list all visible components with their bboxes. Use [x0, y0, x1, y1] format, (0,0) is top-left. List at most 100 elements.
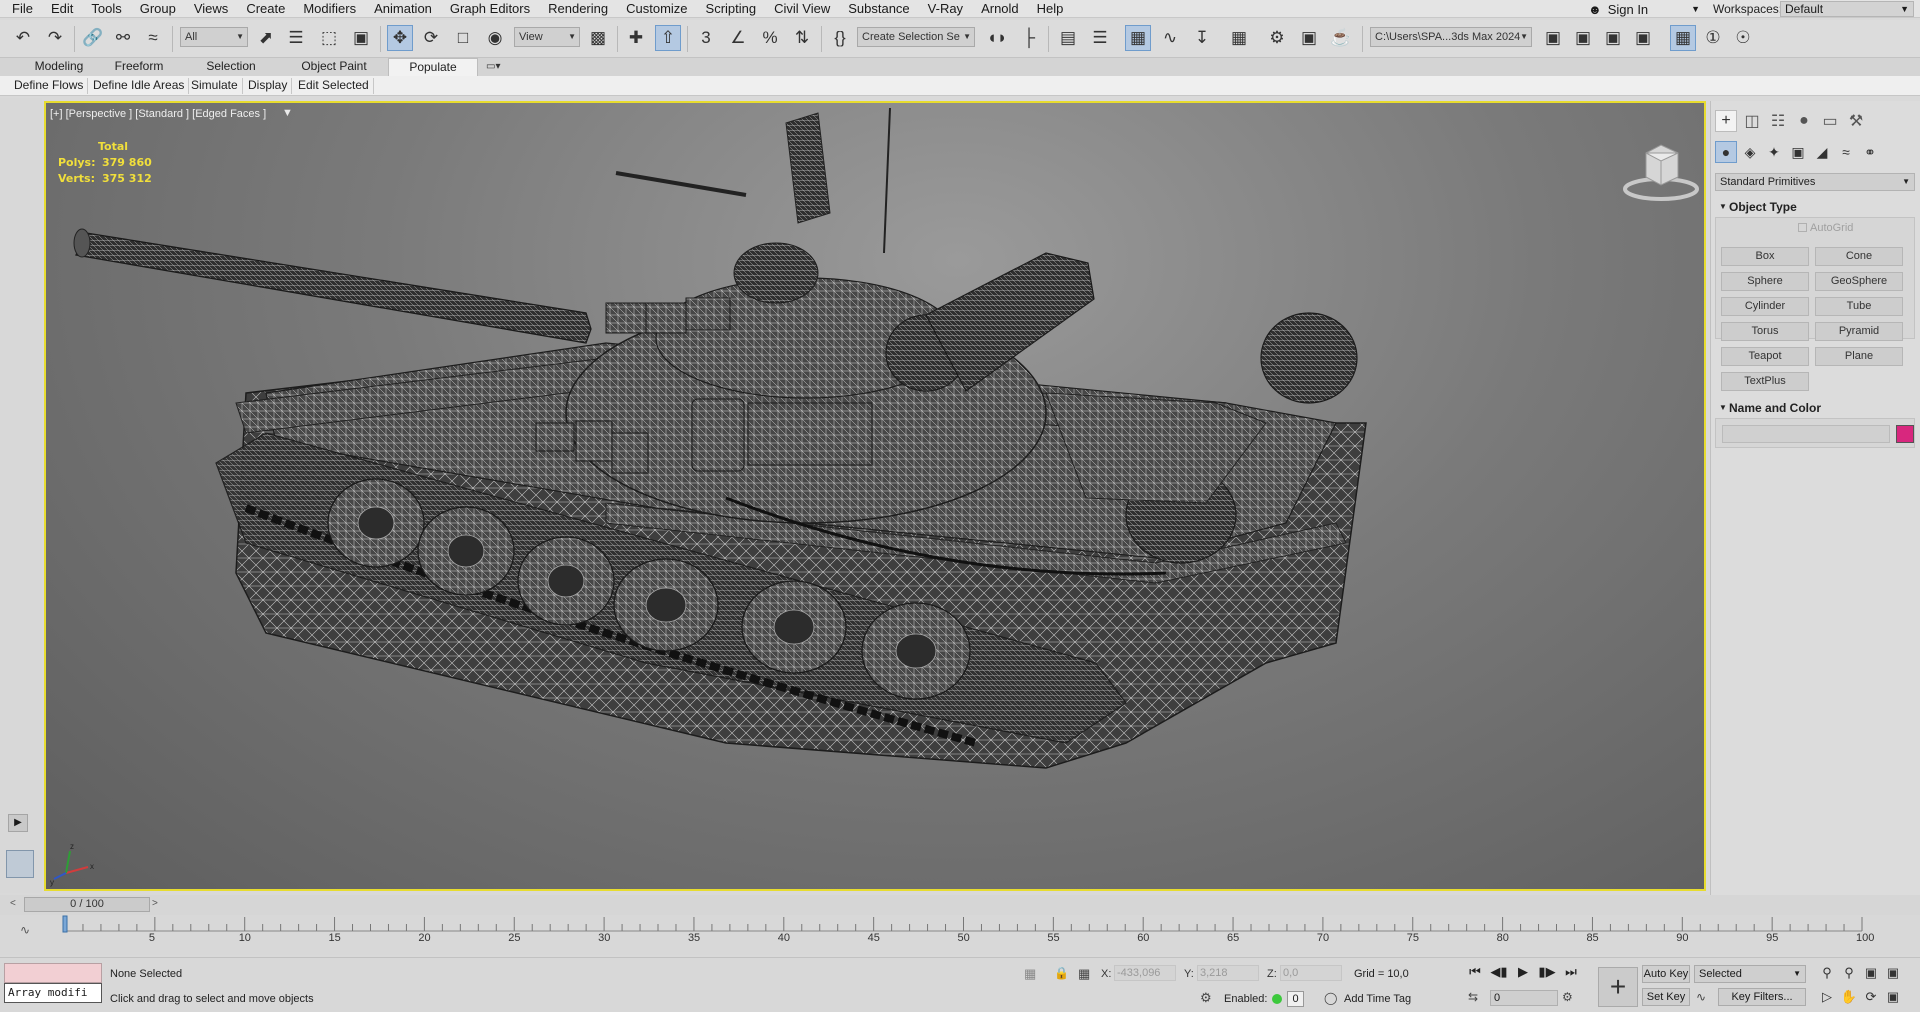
menu-v-ray[interactable]: V-Ray — [919, 0, 972, 18]
tab-object-paint[interactable]: Object Paint — [290, 58, 378, 76]
menu-group[interactable]: Group — [131, 0, 185, 18]
torus-button[interactable]: Torus — [1721, 322, 1809, 341]
object-name-field[interactable] — [1722, 425, 1890, 443]
add-time-tag-button[interactable]: Add Time Tag — [1344, 993, 1411, 1005]
orbit-icon[interactable]: ⟳ — [1862, 988, 1880, 1006]
tab-selection[interactable]: Selection — [192, 58, 270, 76]
selection-filter-dropdown[interactable]: All ▼ — [180, 27, 248, 47]
expand-layout-icon[interactable]: ▶ — [8, 814, 28, 832]
curve-editor-mini-icon[interactable]: ∿ — [20, 923, 30, 937]
create-tab-icon[interactable]: + — [1715, 110, 1737, 132]
absolute-mode-icon[interactable]: ▦ — [1078, 966, 1090, 982]
geosphere-button[interactable]: GeoSphere — [1815, 272, 1903, 291]
name-color-rollout-header[interactable]: ▼ Name and Color — [1715, 399, 1915, 417]
z-coordinate-field[interactable]: 0,0 — [1280, 965, 1342, 981]
window-crossing-icon[interactable]: ▣ — [348, 25, 374, 51]
select-rotate-icon[interactable]: ⟳ — [418, 25, 444, 51]
systems-icon[interactable]: ⚭ — [1859, 141, 1881, 163]
sign-in-button[interactable]: ☻ Sign In ▼ — [1588, 0, 1700, 18]
object-type-rollout-header[interactable]: ▼ Object Type — [1715, 198, 1915, 216]
select-manipulate-icon[interactable]: ✚ — [623, 25, 649, 51]
arnold-icon[interactable]: ☉ — [1730, 25, 1756, 51]
render-icon[interactable]: ☕ — [1328, 25, 1354, 51]
curve-editor-icon[interactable]: ∿ — [1157, 25, 1183, 51]
mirror-icon[interactable]: ◖◗ — [984, 25, 1010, 51]
maxscript-listener-input[interactable]: Array modifi — [4, 983, 102, 1003]
isolate-icon[interactable]: ▦ — [1024, 966, 1036, 982]
zoom-extents-icon[interactable]: ▣ — [1862, 964, 1880, 982]
maxscript-listener-output[interactable] — [4, 963, 102, 983]
play-icon[interactable]: ▶ — [1514, 963, 1532, 981]
bind-spacewarp-icon[interactable]: ≈ — [140, 25, 166, 51]
project-folder-dropdown[interactable]: C:\Users\SPA...3ds Max 2024 ▼ — [1370, 27, 1532, 47]
modify-tab-icon[interactable]: ◫ — [1741, 110, 1763, 132]
undo-icon[interactable]: ↶ — [10, 25, 36, 51]
explorer-maps-icon[interactable]: ▣ — [1600, 25, 1626, 51]
time-slider-next-icon[interactable]: > — [152, 898, 158, 909]
scene-explorer-icon[interactable]: ▤ — [1055, 25, 1081, 51]
menu-help[interactable]: Help — [1028, 0, 1073, 18]
field-of-view-icon[interactable]: ▷ — [1818, 988, 1836, 1006]
auto-key-button[interactable]: Auto Key — [1642, 965, 1690, 983]
redo-icon[interactable]: ↷ — [42, 25, 68, 51]
select-move-icon[interactable]: ✥ — [387, 25, 413, 51]
perspective-viewport[interactable]: [+] [Perspective ] [Standard ] [Edged Fa… — [44, 101, 1706, 891]
pivot-icon[interactable]: ▩ — [585, 25, 611, 51]
time-config-icon[interactable]: ⚙ — [1562, 990, 1573, 1004]
textplus-button[interactable]: TextPlus — [1721, 372, 1809, 391]
maximize-viewport-icon[interactable]: ▣ — [1884, 988, 1902, 1006]
key-filters-button[interactable]: Key Filters... — [1718, 988, 1806, 1006]
material-editor-icon[interactable]: ▦ — [1226, 25, 1252, 51]
rendered-frame-icon[interactable]: ▣ — [1296, 25, 1322, 51]
time-slider-thumb[interactable]: 0 / 100 — [24, 897, 150, 912]
zoom-icon[interactable]: ⚲ — [1818, 964, 1836, 982]
layout-thumbnail[interactable] — [6, 850, 34, 878]
keyboard-shortcut-override-icon[interactable]: ⇧ — [655, 25, 681, 51]
utilities-tab-icon[interactable]: ⚒ — [1845, 110, 1867, 132]
plane-button[interactable]: Plane — [1815, 347, 1903, 366]
zoom-extents-all-icon[interactable]: ▣ — [1884, 964, 1902, 982]
sphere-button[interactable]: Sphere — [1721, 272, 1809, 291]
tab-freeform[interactable]: Freeform — [100, 58, 178, 76]
object-color-swatch[interactable] — [1896, 425, 1914, 443]
rect-selection-icon[interactable]: ⬚ — [316, 25, 342, 51]
menu-views[interactable]: Views — [185, 0, 237, 18]
helpers-icon[interactable]: ◢ — [1811, 141, 1833, 163]
tab-modeling[interactable]: Modeling — [20, 58, 98, 76]
menu-rendering[interactable]: Rendering — [539, 0, 617, 18]
enabled-count[interactable]: 0 — [1287, 991, 1304, 1007]
cameras-icon[interactable]: ▣ — [1787, 141, 1809, 163]
snap-toggle-icon[interactable]: 3 — [693, 25, 719, 51]
define-flows-button[interactable]: Define Flows — [10, 78, 89, 94]
adaptive-degradation-icon[interactable]: ⚙ — [1200, 990, 1212, 1006]
link-icon[interactable]: 🔗 — [80, 25, 106, 51]
define-idle-areas-button[interactable]: Define Idle Areas — [89, 78, 190, 94]
menu-civil-view[interactable]: Civil View — [765, 0, 839, 18]
select-by-name-icon[interactable]: ☰ — [283, 25, 309, 51]
hierarchy-tab-icon[interactable]: ☷ — [1767, 110, 1789, 132]
menu-edit[interactable]: Edit — [42, 0, 82, 18]
key-selection-dropdown[interactable]: Selected ▼ — [1694, 965, 1806, 983]
schematic-view-icon[interactable]: ↧ — [1189, 25, 1215, 51]
set-key-mode-icon[interactable]: + — [1598, 967, 1638, 1007]
set-key-button[interactable]: Set Key — [1642, 988, 1690, 1006]
primitive-category-dropdown[interactable]: Standard Primitives ▼ — [1715, 173, 1915, 191]
simulate-button[interactable]: Simulate — [187, 78, 243, 94]
explorer-assets-icon[interactable]: ▣ — [1570, 25, 1596, 51]
lock-icon[interactable]: 🔒 — [1054, 966, 1069, 980]
align-icon[interactable]: ├ — [1016, 25, 1042, 51]
viewcube-icon[interactable] — [1616, 133, 1706, 203]
ribbon-minimize-icon[interactable]: ▭▾ — [486, 61, 510, 73]
edit-selected-button[interactable]: Edit Selected — [294, 78, 374, 94]
key-tangents-icon[interactable]: ∿ — [1696, 990, 1706, 1004]
angle-snap-icon[interactable]: ∠ — [725, 25, 751, 51]
autogrid-checkbox[interactable]: AutoGrid — [1798, 222, 1853, 234]
named-selection-dropdown[interactable]: Create Selection Se ▼ — [857, 27, 975, 47]
teapot-button[interactable]: Teapot — [1721, 347, 1809, 366]
explorer-materials-icon[interactable]: ▣ — [1630, 25, 1656, 51]
open-explorer-icon[interactable]: ▣ — [1540, 25, 1566, 51]
spinner-snap-icon[interactable]: ⇅ — [789, 25, 815, 51]
menu-animation[interactable]: Animation — [365, 0, 441, 18]
menu-modifiers[interactable]: Modifiers — [294, 0, 365, 18]
time-slider[interactable]: < 0 / 100 > — [0, 895, 1920, 915]
